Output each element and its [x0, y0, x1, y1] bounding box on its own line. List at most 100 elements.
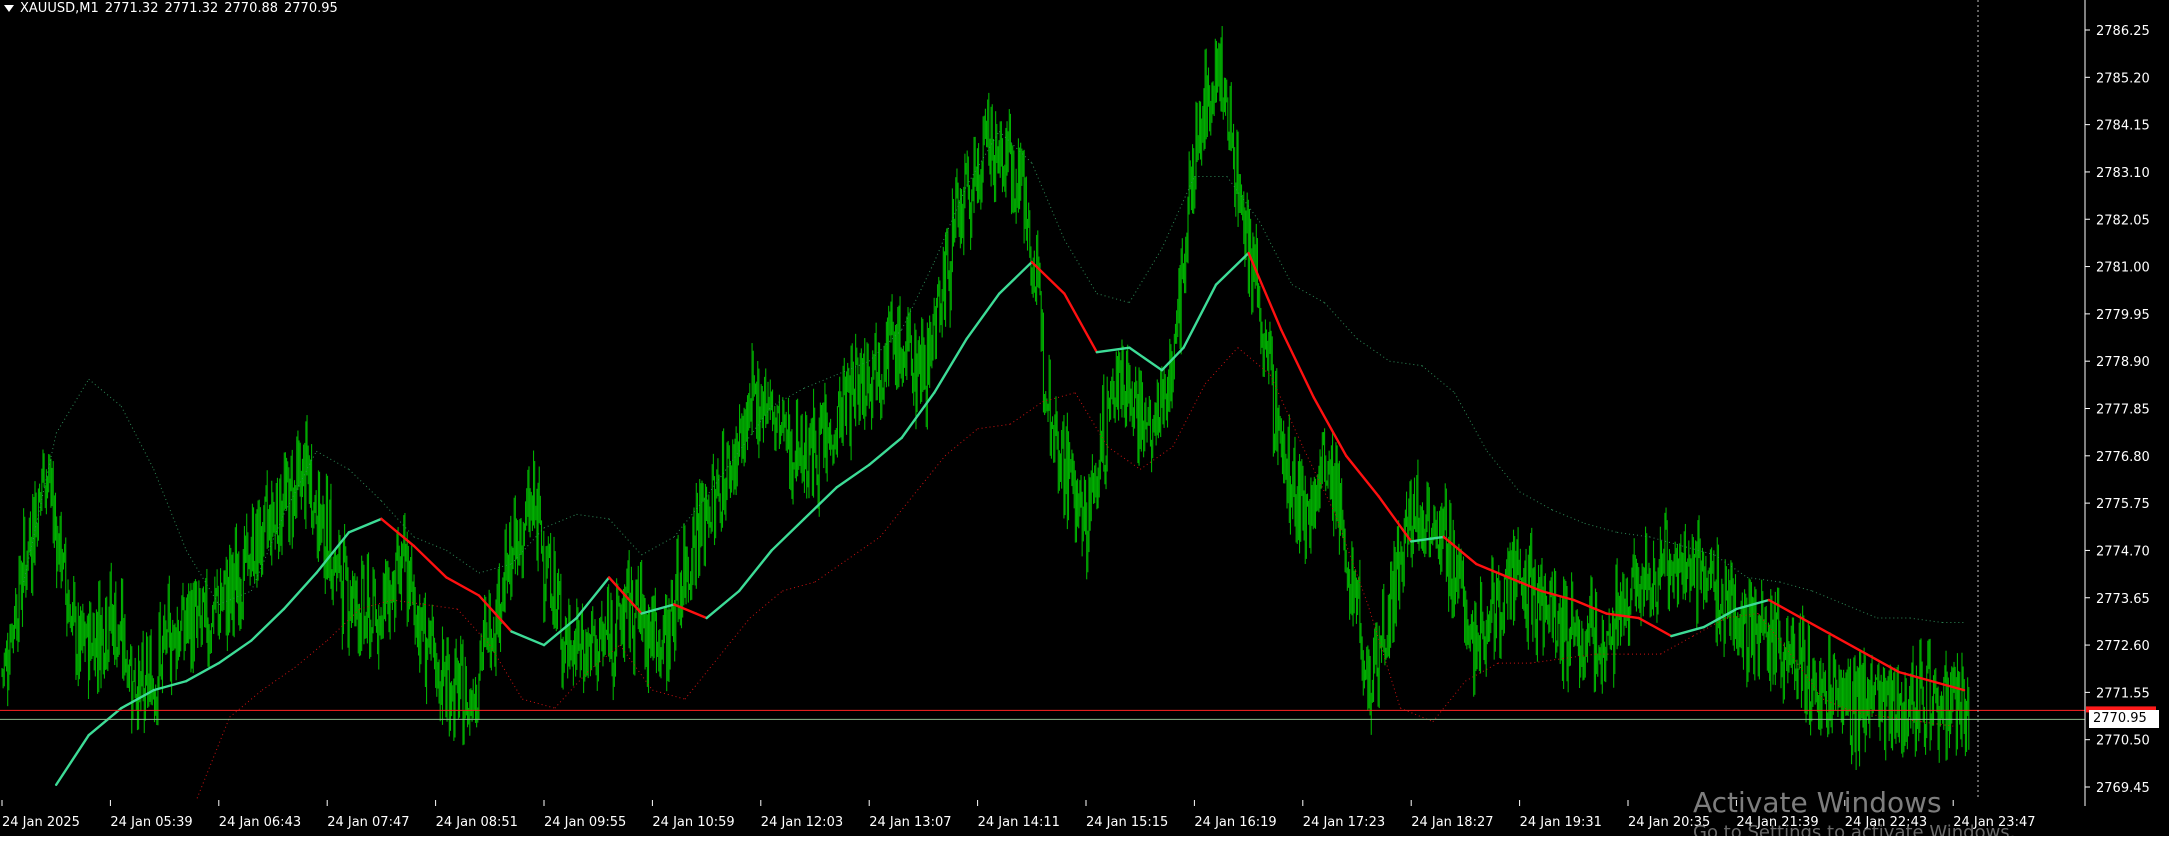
moving-average-segment [1800, 616, 1836, 638]
upper-band-segment [1096, 293, 1130, 304]
lower-band-segment [554, 671, 588, 709]
moving-average-segment [1247, 251, 1283, 331]
upper-band-segment [348, 468, 382, 502]
moving-average-segment [1637, 616, 1673, 638]
upper-band-layer [23, 131, 1965, 624]
upper-band-segment [1063, 239, 1098, 294]
current-price-label: 2770.95 [2089, 710, 2159, 728]
open-value: 2771.32 [104, 1, 159, 16]
y-tick-label: 2773.65 [2096, 592, 2150, 607]
upper-band-segment [1356, 338, 1390, 362]
collapse-triangle-icon[interactable] [4, 5, 14, 12]
moving-average-segment [1832, 634, 1868, 656]
lower-band-segment [1530, 658, 1564, 664]
lower-band-segment [294, 640, 328, 668]
y-tick-label: 2774.70 [2096, 544, 2150, 559]
upper-band-segment [1324, 302, 1358, 339]
symbol-label: XAUUSD,M1 [20, 1, 99, 16]
upper-band-segment [1649, 536, 1683, 547]
x-tick-label: 24 Jan 2025 [2, 815, 80, 830]
upper-band-segment [576, 513, 610, 520]
upper-band-segment [1258, 221, 1293, 285]
upper-band-segment [413, 536, 447, 551]
price-chart[interactable]: 2786.25 2785.20 2784.15 2783.10 2782.05 2781.… [0, 0, 2169, 836]
chart-area[interactable]: 2786.25 2785.20 2784.15 2783.10 2782.05 2781.… [0, 0, 2169, 836]
x-tick-label: 24 Jan 05:39 [110, 815, 192, 830]
lower-band-segment [1465, 662, 1499, 682]
moving-average-segment [1312, 396, 1348, 458]
upper-band-segment [446, 550, 480, 574]
lower-band-segment [1432, 680, 1466, 722]
moving-average-segment [1670, 625, 1706, 638]
moving-average-segment [1279, 328, 1315, 399]
symbol-header: XAUUSD,M1 2771.32 2771.32 2770.88 2770.95 [4, 1, 344, 16]
moving-average-segment [1214, 251, 1250, 286]
moving-average-segment [250, 607, 286, 642]
moving-average-segment [1409, 535, 1445, 543]
low-value: 2770.88 [224, 1, 279, 16]
x-tick-label: 24 Jan 18:27 [1411, 815, 1493, 830]
upper-band-segment [1454, 392, 1488, 452]
y-tick-label: 2779.95 [2096, 308, 2150, 323]
upper-band-segment [1519, 491, 1553, 511]
y-tick-label: 2785.20 [2096, 71, 2150, 86]
x-tick-label: 24 Jan 08:51 [436, 815, 518, 830]
moving-average-segment [510, 630, 546, 647]
lower-band-segment [1204, 347, 1239, 385]
lower-band-segment [749, 590, 783, 619]
moving-average-segment [1095, 346, 1131, 354]
y-tick-label: 2769.45 [2096, 781, 2150, 796]
moving-average-segment [1128, 346, 1164, 372]
y-tick-label: 2777.85 [2096, 403, 2150, 418]
upper-band-segment [1909, 617, 1943, 624]
x-tick-label: 24 Jan 12:03 [761, 815, 843, 830]
lower-band-segment [1009, 401, 1043, 425]
x-tick-label: 24 Jan 10:59 [652, 815, 734, 830]
upper-band-segment [1421, 365, 1455, 394]
lower-band-segment [522, 698, 555, 709]
moving-average-layer [55, 251, 1966, 786]
upper-band-segment [803, 374, 837, 389]
lower-band-segment [652, 689, 686, 700]
y-tick-label: 2771.55 [2096, 686, 2150, 701]
lower-band-segment [1172, 383, 1206, 448]
y-tick-label: 2782.05 [2096, 213, 2150, 228]
moving-average-segment [900, 391, 936, 439]
upper-band-segment [88, 378, 122, 407]
upper-band-segment [153, 469, 187, 551]
moving-average-segment [412, 544, 448, 579]
lower-band-segment [879, 496, 913, 538]
moving-average-segment [1344, 454, 1380, 498]
upper-band-segment [1747, 576, 1780, 583]
lower-band-segment [1237, 347, 1271, 376]
upper-band-segment [608, 518, 642, 556]
upper-band-segment [998, 131, 1033, 164]
high-value: 2771.32 [164, 1, 219, 16]
upper-band-segment [1291, 284, 1325, 304]
lower-band-segment [1660, 635, 1694, 655]
moving-average-segment [1182, 283, 1218, 349]
x-tick-label: 24 Jan 07:47 [327, 815, 409, 830]
y-tick-label: 2783.10 [2096, 166, 2150, 181]
lower-band-segment [229, 689, 263, 718]
upper-band-segment [55, 378, 90, 434]
x-tick-label: 24 Jan 09:55 [544, 815, 626, 830]
moving-average-segment [55, 733, 90, 786]
moving-average-segment [933, 337, 968, 394]
x-tick-label: 24 Jan 19:31 [1520, 815, 1602, 830]
y-tick-label: 2786.25 [2096, 24, 2150, 39]
lower-band-segment [782, 581, 816, 592]
lower-band-segment [261, 667, 295, 691]
price-bars-layer [1, 26, 1970, 771]
upper-band-segment [316, 450, 350, 470]
upper-band-segment [1389, 360, 1423, 367]
lower-band-segment [717, 617, 751, 659]
upper-band-segment [1486, 450, 1520, 493]
moving-average-segment [282, 571, 318, 611]
y-tick-label: 2778.90 [2096, 355, 2150, 370]
moving-average-segment [770, 517, 806, 552]
lower-band-segment [912, 455, 946, 497]
y-tick-label: 2770.50 [2096, 734, 2150, 749]
upper-band-segment [543, 513, 577, 529]
lower-band-segment [424, 604, 458, 610]
